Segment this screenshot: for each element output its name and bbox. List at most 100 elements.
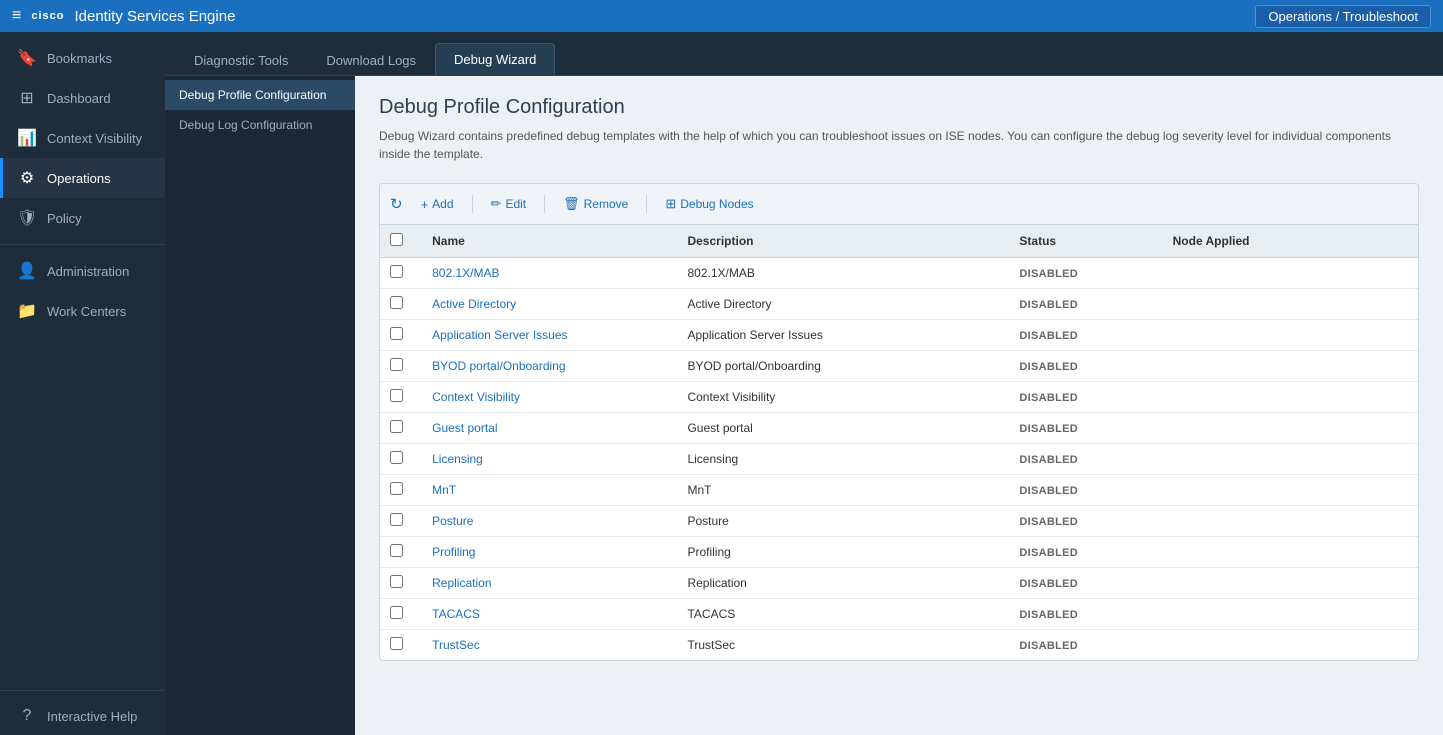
row-name-link[interactable]: TrustSec: [432, 638, 480, 652]
row-name-link[interactable]: Replication: [432, 576, 491, 590]
sidebar-label-interactive-help: Interactive Help: [47, 709, 137, 724]
row-checkbox-cell: [380, 351, 422, 382]
sidebar-item-context-visibility[interactable]: 📊 Context Visibility: [0, 118, 165, 158]
table-row: TrustSec TrustSec DISABLED: [380, 630, 1418, 661]
row-name-cell: Posture: [422, 506, 677, 537]
row-name-cell: 802.1X/MAB: [422, 258, 677, 289]
row-status-cell: DISABLED: [1009, 320, 1162, 351]
row-status-cell: DISABLED: [1009, 382, 1162, 413]
add-button[interactable]: + Add: [411, 193, 464, 216]
row-status-cell: DISABLED: [1009, 599, 1162, 630]
row-checkbox[interactable]: [390, 575, 403, 588]
status-badge: DISABLED: [1019, 299, 1078, 311]
sidebar-item-operations[interactable]: ⚙ Operations: [0, 158, 165, 198]
context-visibility-icon: 📊: [17, 128, 37, 148]
row-checkbox[interactable]: [390, 358, 403, 371]
sidebar-item-administration[interactable]: 👤 Administration: [0, 251, 165, 291]
row-checkbox[interactable]: [390, 296, 403, 309]
row-name-cell: Application Server Issues: [422, 320, 677, 351]
status-badge: DISABLED: [1019, 454, 1078, 466]
row-name-link[interactable]: Profiling: [432, 545, 475, 559]
ops-badge[interactable]: Operations / Troubleshoot: [1255, 9, 1431, 24]
sidebar-item-dashboard[interactable]: ⊞ Dashboard: [0, 78, 165, 118]
row-checkbox[interactable]: [390, 482, 403, 495]
debug-nodes-button[interactable]: ⊞ Debug Nodes: [655, 192, 763, 216]
tab-debug-wizard[interactable]: Debug Wizard: [435, 43, 555, 76]
status-badge: DISABLED: [1019, 578, 1078, 590]
row-description-cell: Replication: [677, 568, 1009, 599]
toolbar-separator-2: [544, 195, 545, 213]
row-node-cell: [1163, 599, 1418, 630]
row-name-link[interactable]: TACACS: [432, 607, 480, 621]
row-status-cell: DISABLED: [1009, 258, 1162, 289]
col-header-name: Name: [422, 225, 677, 258]
col-header-node-applied: Node Applied: [1163, 225, 1418, 258]
row-checkbox[interactable]: [390, 513, 403, 526]
refresh-icon[interactable]: ↻: [390, 195, 403, 213]
row-checkbox[interactable]: [390, 420, 403, 433]
status-badge: DISABLED: [1019, 423, 1078, 435]
row-checkbox-cell: [380, 475, 422, 506]
status-badge: DISABLED: [1019, 392, 1078, 404]
row-checkbox-cell: [380, 537, 422, 568]
row-checkbox-cell: [380, 320, 422, 351]
row-checkbox[interactable]: [390, 265, 403, 278]
edit-button[interactable]: ✏ Edit: [481, 192, 537, 216]
remove-button[interactable]: 🗑 Remove: [553, 192, 638, 216]
sidebar-label-bookmarks: Bookmarks: [47, 51, 112, 66]
row-name-cell: TrustSec: [422, 630, 677, 661]
sub-nav-debug-profile-config[interactable]: Debug Profile Configuration: [165, 80, 355, 110]
row-name-link[interactable]: Active Directory: [432, 297, 516, 311]
row-checkbox-cell: [380, 289, 422, 320]
row-name-cell: Profiling: [422, 537, 677, 568]
row-description-cell: TrustSec: [677, 630, 1009, 661]
row-checkbox[interactable]: [390, 327, 403, 340]
row-name-link[interactable]: 802.1X/MAB: [432, 266, 499, 280]
hamburger-icon[interactable]: ≡: [12, 7, 21, 25]
content-area: Diagnostic Tools Download Logs Debug Wiz…: [165, 32, 1443, 735]
row-name-link[interactable]: MnT: [432, 483, 456, 497]
row-status-cell: DISABLED: [1009, 506, 1162, 537]
table-row: Profiling Profiling DISABLED: [380, 537, 1418, 568]
row-name-link[interactable]: Context Visibility: [432, 390, 520, 404]
sidebar-item-bookmarks[interactable]: 🔖 Bookmarks: [0, 38, 165, 78]
tab-download-logs[interactable]: Download Logs: [307, 44, 435, 76]
page-description: Debug Wizard contains predefined debug t…: [379, 127, 1419, 163]
row-name-link[interactable]: Application Server Issues: [432, 328, 567, 342]
row-name-link[interactable]: Licensing: [432, 452, 483, 466]
sidebar-divider-2: [0, 690, 165, 691]
work-centers-icon: 📁: [17, 301, 37, 321]
sidebar-item-interactive-help[interactable]: ? Interactive Help: [0, 697, 165, 735]
row-name-cell: Guest portal: [422, 413, 677, 444]
row-checkbox[interactable]: [390, 451, 403, 464]
tab-diagnostic-tools[interactable]: Diagnostic Tools: [175, 44, 307, 76]
row-checkbox-cell: [380, 630, 422, 661]
data-table: Name Description Status Node Applied 802…: [380, 225, 1418, 660]
row-description-cell: Application Server Issues: [677, 320, 1009, 351]
sub-nav-debug-log-config[interactable]: Debug Log Configuration: [165, 110, 355, 140]
row-checkbox[interactable]: [390, 389, 403, 402]
sidebar-item-policy[interactable]: 🛡 Policy: [0, 198, 165, 238]
row-name-link[interactable]: BYOD portal/Onboarding: [432, 359, 565, 373]
row-checkbox[interactable]: [390, 606, 403, 619]
debug-nodes-label: Debug Nodes: [680, 197, 753, 211]
row-checkbox-cell: [380, 444, 422, 475]
sidebar-item-work-centers[interactable]: 📁 Work Centers: [0, 291, 165, 331]
row-name-link[interactable]: Posture: [432, 514, 473, 528]
status-badge: DISABLED: [1019, 547, 1078, 559]
table-header-row: Name Description Status Node Applied: [380, 225, 1418, 258]
interactive-help-icon: ?: [17, 707, 37, 725]
row-node-cell: [1163, 506, 1418, 537]
row-checkbox[interactable]: [390, 637, 403, 650]
remove-label: Remove: [584, 197, 629, 211]
row-checkbox[interactable]: [390, 544, 403, 557]
row-name-link[interactable]: Guest portal: [432, 421, 497, 435]
main-layout: 🔖 Bookmarks ⊞ Dashboard 📊 Context Visibi…: [0, 32, 1443, 735]
row-node-cell: [1163, 444, 1418, 475]
cisco-logo: cisco: [31, 10, 64, 22]
tab-bar: Diagnostic Tools Download Logs Debug Wiz…: [165, 32, 1443, 76]
top-header: ≡ cisco Identity Services Engine Operati…: [0, 0, 1443, 32]
row-checkbox-cell: [380, 568, 422, 599]
table-row: 802.1X/MAB 802.1X/MAB DISABLED: [380, 258, 1418, 289]
select-all-checkbox[interactable]: [390, 233, 403, 246]
